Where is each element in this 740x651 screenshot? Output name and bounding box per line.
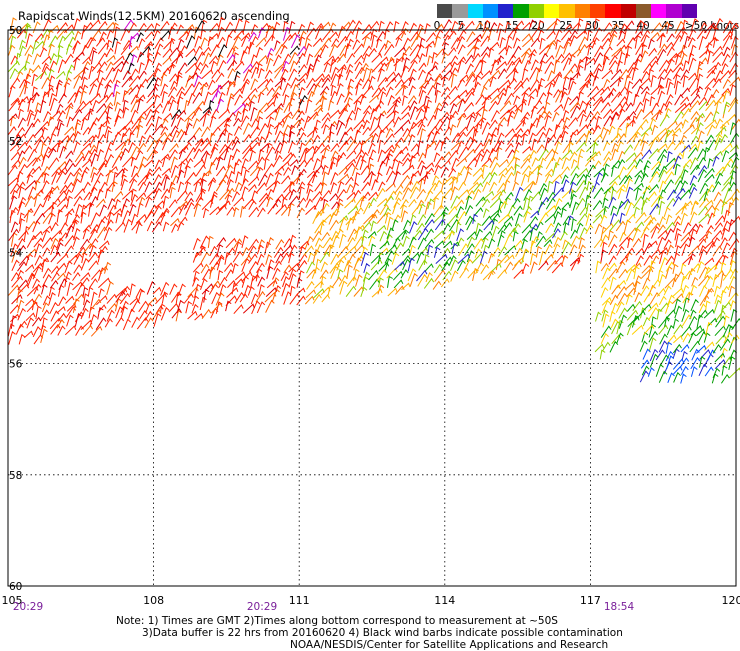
wind-barb-group bbox=[9, 18, 740, 306]
lon-tick-label: 114 bbox=[434, 594, 455, 607]
lon-tick-label: 108 bbox=[143, 594, 164, 607]
lat-tick-label: 56 bbox=[9, 359, 23, 371]
lon-tick-label: 111 bbox=[289, 594, 310, 607]
credit-line: NOAA/NESDIS/Center for Satellite Applica… bbox=[290, 639, 608, 651]
lon-tick-label: 117 bbox=[580, 594, 601, 607]
pass-time-label: 18:54 bbox=[604, 601, 634, 613]
wind-barb-group bbox=[112, 21, 307, 119]
lat-tick-label: 54 bbox=[9, 247, 23, 259]
pass-time-label: 20:29 bbox=[247, 601, 277, 613]
note-line-2: 3)Data buffer is 22 hrs from 20160620 4)… bbox=[142, 627, 623, 639]
lon-tick-label: 120 bbox=[722, 594, 740, 607]
wind-map: 50 52 54 56 58 60 bbox=[0, 0, 740, 650]
note-line-1: Note: 1) Times are GMT 2)Times along bot… bbox=[116, 615, 558, 627]
lat-tick-label: 52 bbox=[9, 136, 22, 148]
lat-tick-label: 50 bbox=[9, 25, 22, 37]
lat-tick-label: 60 bbox=[9, 581, 22, 593]
lat-tick-label: 58 bbox=[9, 470, 22, 482]
wind-barbs-layer bbox=[8, 18, 740, 384]
pass-time-label: 20:29 bbox=[13, 601, 43, 613]
